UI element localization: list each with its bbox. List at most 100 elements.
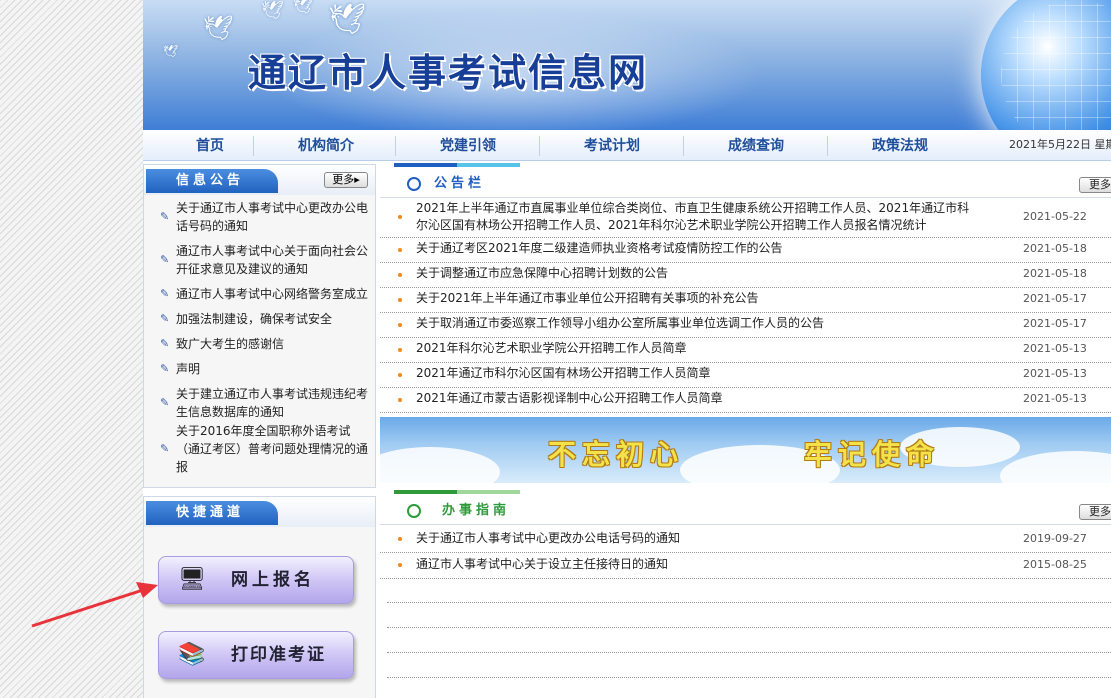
list-item[interactable]: ✎ 关于建立通辽市人事考试违规违纪考生信息数据库的通知 <box>160 385 369 421</box>
announcement-item-date: 2021-05-17 <box>1023 292 1087 305</box>
notice-title: 致广大考生的感谢信 <box>176 337 285 351</box>
announcement-item-date: 2021-05-13 <box>1023 392 1087 405</box>
notice-title: 加强法制建设，确保考试安全 <box>176 312 333 326</box>
nav-item-party[interactable]: 党建引领 <box>397 130 539 160</box>
bullet-icon <box>398 248 402 252</box>
nav-divider <box>539 136 540 156</box>
bullet-icon <box>398 398 402 402</box>
announcement-item-date: 2021-05-13 <box>1023 342 1087 355</box>
notice-title: 通辽市人事考试中心网络警务室成立 <box>176 287 369 301</box>
bullet-icon <box>398 373 402 377</box>
dove-icon: 🕊 <box>293 0 314 15</box>
table-row[interactable]: 关于通辽市人事考试中心更改办公电话号码的通知 2019-09-27 <box>380 527 1111 553</box>
list-item[interactable]: ✎ 通辽市人事考试中心网络警务室成立 <box>160 285 369 303</box>
monitor-pen-icon: 🖥 <box>178 567 206 592</box>
annotation-arrow <box>31 582 158 628</box>
notice-more-button[interactable]: 更多▸ <box>324 172 368 188</box>
notice-title: 通辽市人事考试中心关于面向社会公开征求意见及建议的通知 <box>176 244 369 276</box>
table-row[interactable]: 2021年通辽市蒙古语影视译制中心公开招聘工作人员简章 2021-05-13 <box>380 388 1111 413</box>
online-registration-button[interactable]: 🖥 网上报名 <box>158 556 354 604</box>
table-row[interactable]: 关于通辽考区2021年度二级建造师执业资格考试疫情防控工作的公告 2021-05… <box>380 238 1111 263</box>
circle-icon <box>407 504 421 518</box>
nav-item-exam-plan[interactable]: 考试计划 <box>541 130 683 160</box>
bullet-icon <box>398 273 402 277</box>
arrow-shaft <box>31 587 147 628</box>
guide-header: 办事指南 更多 <box>380 496 1111 525</box>
circle-icon <box>407 177 421 191</box>
nav-divider <box>395 136 396 156</box>
guide-accent-bar <box>394 490 520 494</box>
guide-more-button[interactable]: 更多 <box>1079 504 1111 520</box>
empty-row <box>387 627 1111 628</box>
dove-icon: 🕊 <box>203 14 234 42</box>
arrow-right-icon: ▸ <box>354 173 360 186</box>
guide-item-title: 关于通辽市人事考试中心更改办公电话号码的通知 <box>416 531 681 545</box>
announcement-item-title: 关于取消通辽市委巡察工作领导小组办公室所属事业单位选调工作人员的公告 <box>416 316 825 330</box>
announcement-item-title: 2021年通辽市蒙古语影视译制中心公开招聘工作人员简章 <box>416 391 723 405</box>
list-item[interactable]: ✎ 关于通辽市人事考试中心更改办公电话号码的通知 <box>160 199 369 235</box>
empty-row <box>387 652 1111 653</box>
empty-row <box>387 602 1111 603</box>
right-column: 公告栏 更多 2021年上半年通辽市直属事业单位综合类岗位、市直卫生健康系统公开… <box>380 160 1111 698</box>
empty-row <box>387 677 1111 678</box>
announcement-item-title: 2021年通辽市科尔沁区国有林场公开招聘工作人员简章 <box>416 366 711 380</box>
site-title: 通辽市人事考试信息网 <box>248 51 649 95</box>
list-item[interactable]: ✎ 关于2016年度全国职称外语考试（通辽考区）普考问题处理情况的通报 <box>160 422 369 476</box>
announcement-item-date: 2021-05-18 <box>1023 242 1087 255</box>
notice-title: 关于通辽市人事考试中心更改办公电话号码的通知 <box>176 201 369 233</box>
more-label: 更多 <box>332 173 355 186</box>
slogan-banner: 不忘初心 牢记使命 <box>380 417 1111 483</box>
table-row[interactable]: 关于调整通辽市应急保障中心招聘计划数的公告 2021-05-18 <box>380 263 1111 288</box>
announcement-accent-bar <box>394 163 520 167</box>
dove-icon: 🕊 <box>328 2 367 37</box>
nav-item-policy[interactable]: 政策法规 <box>829 130 971 160</box>
announcement-item-title: 2021年上半年通辽市直属事业单位综合类岗位、市直卫生健康系统公开招聘工作人员、… <box>416 201 970 232</box>
table-row[interactable]: 关于2021年上半年通辽市事业单位公开招聘有关事项的补充公告 2021-05-1… <box>380 288 1111 313</box>
table-row[interactable]: 2021年通辽市科尔沁区国有林场公开招聘工作人员简章 2021-05-13 <box>380 363 1111 388</box>
dove-icon: 🕊 <box>261 0 284 21</box>
guide-item-title: 通辽市人事考试中心关于设立主任接待日的通知 <box>416 557 669 571</box>
nav-item-scores[interactable]: 成绩查询 <box>685 130 827 160</box>
nav-divider <box>253 136 254 156</box>
cloud-shape <box>380 447 500 483</box>
print-admission-ticket-label: 打印准考证 <box>231 645 326 665</box>
announcement-item-title: 关于2021年上半年通辽市事业单位公开招聘有关事项的补充公告 <box>416 291 759 305</box>
online-registration-label: 网上报名 <box>231 570 315 590</box>
table-row[interactable]: 2021年科尔沁艺术职业学院公开招聘工作人员简章 2021-05-13 <box>380 338 1111 363</box>
print-admission-ticket-button[interactable]: 📚 打印准考证 <box>158 631 354 679</box>
table-row[interactable]: 关于取消通辽市委巡察工作领导小组办公室所属事业单位选调工作人员的公告 2021-… <box>380 313 1111 338</box>
bullet-icon <box>398 298 402 302</box>
announcement-more-button[interactable]: 更多 <box>1079 177 1111 193</box>
bullet-icon <box>398 323 402 327</box>
printer-book-icon: 📚 <box>178 642 206 667</box>
notice-title: 关于建立通辽市人事考试违规违纪考生信息数据库的通知 <box>176 387 369 419</box>
announcement-item-date: 2021-05-13 <box>1023 367 1087 380</box>
list-item[interactable]: ✎ 声明 <box>160 360 369 378</box>
bullet-icon <box>398 537 402 541</box>
slogan-right: 牢记使命 <box>804 438 941 471</box>
announcement-item-date: 2021-05-22 <box>1023 210 1087 223</box>
guide-item-date: 2015-08-25 <box>1023 558 1087 571</box>
bullet-icon <box>398 563 402 567</box>
slogan-left: 不忘初心 <box>548 438 685 471</box>
announcement-header: 公告栏 更多 <box>380 169 1111 198</box>
announcement-item-title: 关于调整通辽市应急保障中心招聘计划数的公告 <box>416 266 669 280</box>
nav-item-about[interactable]: 机构简介 <box>263 130 389 160</box>
notice-title: 关于2016年度全国职称外语考试（通辽考区）普考问题处理情况的通报 <box>176 424 369 474</box>
globe-icon <box>981 0 1111 130</box>
main-nav: 首页 机构简介 党建引领 考试计划 成绩查询 政策法规 2021年5月22日 星… <box>143 130 1111 161</box>
bullet-icon <box>398 348 402 352</box>
list-item[interactable]: ✎ 通辽市人事考试中心关于面向社会公开征求意见及建议的通知 <box>160 242 369 278</box>
table-row[interactable]: 2021年上半年通辽市直属事业单位综合类岗位、市直卫生健康系统公开招聘工作人员、… <box>380 198 1111 238</box>
table-row[interactable]: 通辽市人事考试中心关于设立主任接待日的通知 2015-08-25 <box>380 553 1111 579</box>
guide-list: 关于通辽市人事考试中心更改办公电话号码的通知 2019-09-27 通辽市人事考… <box>380 527 1111 579</box>
announcement-title: 公告栏 <box>434 176 486 191</box>
announcement-item-date: 2021-05-18 <box>1023 267 1087 280</box>
list-item[interactable]: ✎ 致广大考生的感谢信 <box>160 335 369 353</box>
guide-title: 办事指南 <box>442 503 511 518</box>
announcement-list: 2021年上半年通辽市直属事业单位综合类岗位、市直卫生健康系统公开招聘工作人员、… <box>380 198 1111 413</box>
nav-divider <box>683 136 684 156</box>
list-item[interactable]: ✎ 加强法制建设，确保考试安全 <box>160 310 369 328</box>
announcement-item-date: 2021-05-17 <box>1023 317 1087 330</box>
guide-item-date: 2019-09-27 <box>1023 532 1087 545</box>
